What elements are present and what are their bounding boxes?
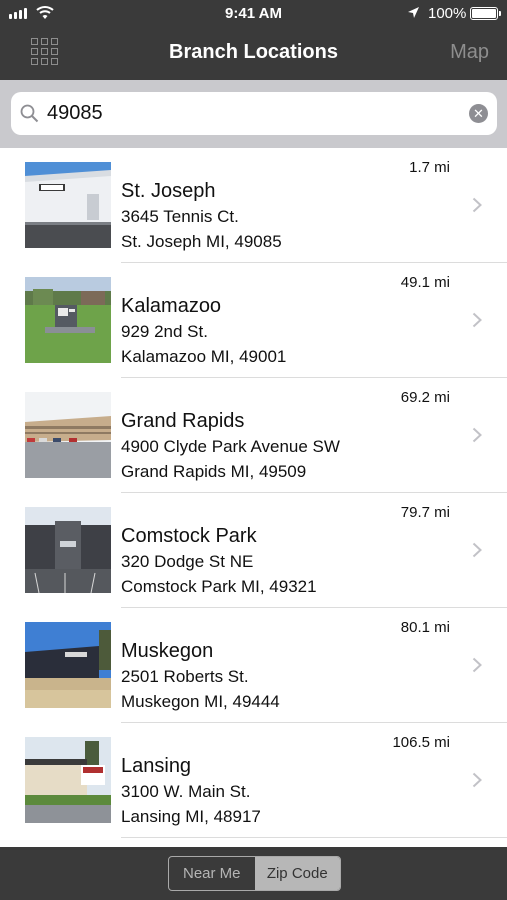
branch-photo [25, 737, 111, 823]
chevron-right-icon [472, 542, 482, 558]
zip-code-segment[interactable]: Zip Code [254, 857, 340, 890]
branch-distance: 1.7 mi [409, 159, 450, 176]
clear-icon[interactable]: ✕ [469, 104, 488, 123]
search-input[interactable] [47, 97, 447, 129]
branch-city: Comstock Park MI, 49321 [121, 577, 317, 596]
battery-fill [472, 9, 496, 18]
page-title: Branch Locations [169, 41, 338, 63]
branch-street: 3100 W. Main St. [121, 782, 251, 801]
branch-distance: 80.1 mi [400, 619, 450, 636]
branch-city: St. Joseph MI, 49085 [121, 232, 282, 251]
bottom-bar: Near Me Zip Code [0, 847, 507, 900]
branch-distance: 69.2 mi [400, 389, 450, 406]
branch-photo [25, 277, 111, 363]
search-icon [20, 104, 39, 123]
chevron-right-icon [472, 197, 482, 213]
branch-city: Kalamazoo MI, 49001 [121, 347, 287, 366]
search-box[interactable]: ✕ [11, 92, 497, 135]
search-bar: ✕ [0, 80, 507, 148]
chevron-right-icon [472, 312, 482, 328]
branch-photo [25, 162, 111, 248]
branch-name: Muskegon [121, 640, 214, 662]
branch-row[interactable]: 1.7 mi St. Joseph 3645 Tennis Ct. St. Jo… [0, 148, 507, 263]
branch-street: 929 2nd St. [121, 322, 208, 341]
branch-street: 3645 Tennis Ct. [121, 207, 239, 226]
nav-bar: Branch Locations Map [0, 26, 507, 80]
branch-photo [25, 392, 111, 478]
search-mode-segmented-control: Near Me Zip Code [168, 856, 341, 891]
branch-name: Lansing [121, 755, 192, 777]
branch-name: Kalamazoo [121, 295, 222, 317]
branch-city: Muskegon MI, 49444 [121, 692, 280, 711]
branch-city: Lansing MI, 48917 [121, 807, 261, 826]
branch-street: 320 Dodge St NE [121, 552, 254, 571]
branch-distance: 106.5 mi [392, 734, 450, 751]
branch-distance: 49.1 mi [400, 274, 450, 291]
battery-percent: 100% [428, 5, 467, 22]
near-me-segment[interactable]: Near Me [169, 857, 255, 890]
chevron-right-icon [472, 657, 482, 673]
branch-row[interactable]: 80.1 mi Muskegon 2501 Roberts St. Muskeg… [0, 608, 507, 723]
branch-distance: 79.7 mi [400, 504, 450, 521]
chevron-right-icon [472, 427, 482, 443]
location-arrow-icon [408, 7, 419, 18]
branch-row[interactable]: 106.5 mi Lansing 3100 W. Main St. Lansin… [0, 723, 507, 838]
branch-name: Grand Rapids [121, 410, 245, 432]
chevron-right-icon [472, 772, 482, 788]
branch-row[interactable]: 49.1 mi Kalamazoo 929 2nd St. Kalamazoo … [0, 263, 507, 378]
row-divider [121, 837, 507, 838]
branch-photo [25, 622, 111, 708]
map-button[interactable]: Map [450, 41, 489, 64]
branch-name: St. Joseph [121, 180, 216, 202]
branch-row[interactable]: 79.7 mi Comstock Park 320 Dodge St NE Co… [0, 493, 507, 608]
status-bar: 9:41 AM 100% [0, 0, 507, 26]
branch-name: Comstock Park [121, 525, 257, 547]
branch-photo [25, 507, 111, 593]
battery-icon [470, 7, 501, 20]
branch-city: Grand Rapids MI, 49509 [121, 462, 307, 481]
branch-street: 2501 Roberts St. [121, 667, 249, 686]
branch-row[interactable]: 69.2 mi Grand Rapids 4900 Clyde Park Ave… [0, 378, 507, 493]
branch-list: 1.7 mi St. Joseph 3645 Tennis Ct. St. Jo… [0, 148, 507, 847]
branch-street: 4900 Clyde Park Avenue SW [121, 437, 340, 456]
